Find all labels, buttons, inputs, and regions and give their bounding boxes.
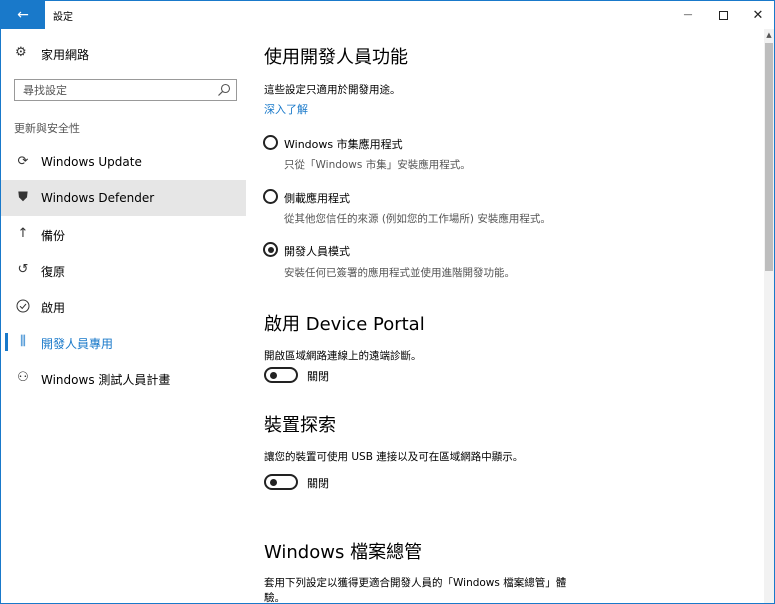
settings-window: ← 設定 — ✕ ⚙ 家用網路 更新與安全性 ⟳ Windows Upda: [0, 0, 775, 604]
device-portal-heading: 啟用 Device Portal: [264, 314, 425, 335]
radio-sideload-apps[interactable]: 側載應用程式: [263, 188, 663, 206]
sidebar-item-backup[interactable]: ↑ 備份: [1, 216, 246, 252]
section-label: 更新與安全性: [14, 122, 80, 135]
file-explorer-description-line1: 套用下列設定以獲得更適合開發人員的「Windows 檔案總管」體: [264, 577, 567, 589]
sidebar-item-label: 備份: [41, 229, 66, 243]
sidebar: ⚙ 家用網路 更新與安全性 ⟳ Windows Update ⛊ Windows…: [1, 29, 246, 603]
device-portal-toggle[interactable]: [264, 367, 298, 383]
scroll-up-arrow-icon[interactable]: ▲: [764, 29, 774, 41]
developer-tools-icon: ⫼: [20, 334, 26, 349]
radio-button[interactable]: [263, 135, 278, 150]
insider-person-icon: ⚇: [17, 370, 29, 385]
sidebar-item-label: Windows Update: [41, 155, 142, 169]
radio-label: Windows 市集應用程式: [284, 138, 403, 151]
title-bar: ← 設定 — ✕: [1, 1, 774, 29]
sidebar-item-windows-update[interactable]: ⟳ Windows Update: [1, 144, 246, 180]
scrollbar[interactable]: ▲: [764, 29, 774, 603]
device-portal-description: 開啟區域網路連線上的遠端診斷。: [264, 350, 422, 362]
toggle-knob: [270, 371, 277, 379]
backup-arrow-icon: ↑: [17, 226, 29, 241]
file-explorer-heading: Windows 檔案總管: [264, 542, 423, 563]
radio-label: 側載應用程式: [284, 192, 350, 205]
toggle-knob: [270, 478, 277, 486]
sidebar-item-recovery[interactable]: ↺ 復原: [1, 252, 246, 288]
sync-icon: ⟳: [17, 154, 29, 169]
sidebar-item-label: 啟用: [41, 301, 66, 315]
toggle-state-label: 關閉: [307, 477, 329, 490]
device-portal-toggle-row: 關閉: [264, 367, 464, 385]
window-title: 設定: [53, 12, 73, 23]
back-button[interactable]: ←: [1, 1, 45, 29]
sidebar-item-windows-defender[interactable]: ⛊ Windows Defender: [1, 180, 246, 216]
back-arrow-icon: ←: [17, 7, 29, 23]
recovery-history-icon: ↺: [17, 262, 29, 277]
sidebar-item-activation[interactable]: 啟用: [1, 288, 246, 324]
radio-store-apps-description: 只從「Windows 市集」安裝應用程式。: [284, 159, 471, 171]
radio-developer-mode[interactable]: 開發人員模式: [263, 241, 663, 259]
search-icon[interactable]: [217, 83, 231, 97]
radio-label: 開發人員模式: [284, 245, 350, 258]
sidebar-home[interactable]: ⚙ 家用網路: [1, 41, 246, 67]
search-input[interactable]: [15, 80, 215, 100]
check-circle-icon: [15, 298, 31, 314]
device-discovery-toggle-row: 關閉: [264, 474, 464, 492]
main-content: 使用開發人員功能 這些設定只適用於開發用途。 深入了解 Windows 市集應用…: [246, 29, 761, 603]
sidebar-item-windows-insider[interactable]: ⚇ Windows 測試人員計畫: [1, 360, 246, 396]
radio-developer-mode-description: 安裝任何已簽署的應用程式並使用進階開發功能。: [284, 267, 515, 279]
radio-store-apps[interactable]: Windows 市集應用程式: [263, 134, 663, 152]
minimize-button[interactable]: —: [671, 1, 705, 29]
gear-icon: ⚙: [15, 45, 27, 60]
minimize-icon: —: [683, 10, 693, 20]
maximize-icon: [718, 10, 728, 20]
maximize-button[interactable]: [706, 1, 740, 29]
device-discovery-toggle[interactable]: [264, 474, 298, 490]
sidebar-home-label: 家用網路: [41, 48, 90, 62]
sidebar-item-label: 復原: [41, 265, 66, 279]
learn-more-link[interactable]: 深入了解: [264, 101, 308, 117]
sidebar-item-label: Windows Defender: [41, 191, 155, 205]
device-discovery-description: 讓您的裝置可使用 USB 連接以及可在區域網路中顯示。: [264, 451, 524, 463]
dev-features-description: 這些設定只適用於開發用途。: [264, 84, 401, 96]
toggle-state-label: 關閉: [307, 370, 329, 383]
radio-sideload-apps-description: 從其他您信任的來源 (例如您的工作場所) 安裝應用程式。: [284, 213, 551, 225]
dev-features-heading: 使用開發人員功能: [264, 47, 408, 68]
close-button[interactable]: ✕: [741, 1, 774, 29]
close-icon: ✕: [752, 7, 764, 23]
active-indicator: [5, 333, 8, 351]
search-box[interactable]: [14, 79, 237, 101]
sidebar-item-for-developers[interactable]: ⫼ 開發人員專用: [1, 324, 246, 360]
sidebar-item-label: 開發人員專用: [41, 337, 114, 351]
radio-button-checked[interactable]: [263, 242, 278, 257]
shield-icon: ⛊: [18, 190, 28, 205]
sidebar-item-label: Windows 測試人員計畫: [41, 373, 171, 387]
file-explorer-description-line2: 驗。: [264, 592, 285, 604]
device-discovery-heading: 裝置探索: [264, 415, 336, 436]
scrollbar-thumb[interactable]: [765, 43, 773, 271]
radio-button[interactable]: [263, 189, 278, 204]
